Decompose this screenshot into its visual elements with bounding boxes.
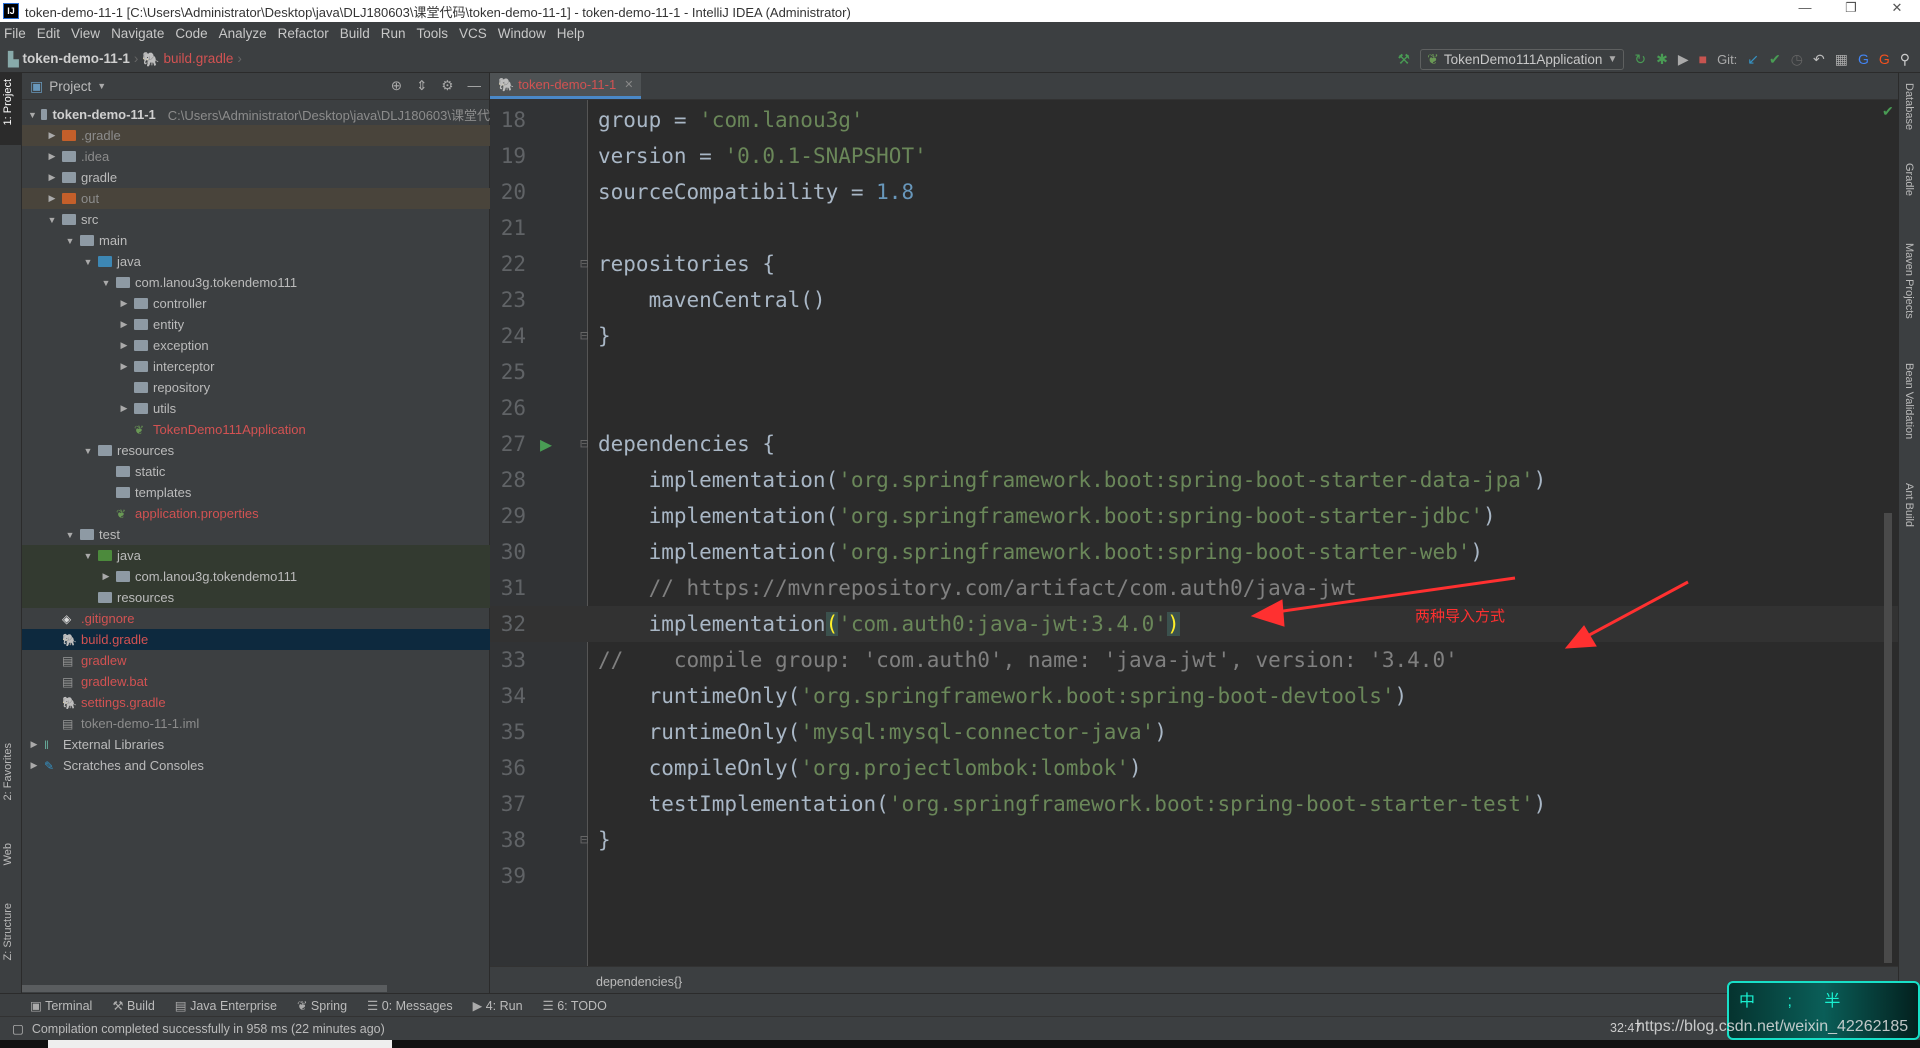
tool-tab-maven-projects[interactable]: Maven Projects: [1903, 243, 1915, 319]
annotation-arrows: [1250, 576, 1689, 649]
tool-tab-build[interactable]: ⚒ Build: [112, 998, 154, 1013]
tool-tab-label: 0: Messages: [381, 998, 453, 1013]
tool-tab-gradle[interactable]: Gradle: [1903, 163, 1915, 196]
watermark-url: https://blog.csdn.net/weixin_42262185: [1636, 1018, 1909, 1035]
tool-tab-bean-validation[interactable]: Bean Validation: [1903, 363, 1915, 439]
tool-tab-label: 6: TODO: [557, 998, 607, 1013]
tool-tab-icon: ▶: [472, 998, 486, 1013]
tool-tab-database[interactable]: Database: [1903, 83, 1915, 130]
status-bar: ▢ Compilation completed successfully in …: [0, 1016, 1920, 1040]
tool-tab-spring[interactable]: ❦ Spring: [297, 998, 347, 1013]
tool-tab-label: Java Enterprise: [190, 998, 277, 1013]
event-log-icon[interactable]: ▢: [12, 1021, 24, 1036]
annotation-arrowhead: [1250, 599, 1285, 627]
tool-tab-icon: ☰: [542, 998, 558, 1013]
tool-tab-label: 4: Run: [485, 998, 523, 1013]
tool-tab-ant-build[interactable]: Ant Build: [1903, 483, 1915, 527]
tool-tab-icon: ⚒: [112, 998, 127, 1013]
tool-window-bar: ▣ Terminal ⚒ Build ▤ Java Enterprise ❦ Spri…: [0, 993, 1920, 1016]
tool-tab-icon: ▤: [174, 998, 191, 1013]
tool-tab-java-enterprise[interactable]: ▤ Java Enterprise: [175, 998, 277, 1013]
tool-tab-messages[interactable]: ☰ 0: Messages: [367, 998, 453, 1013]
tool-tab-label: Terminal: [45, 998, 93, 1013]
tool-tab-label: Spring: [310, 998, 348, 1013]
tool-tab-todo[interactable]: ☰ 6: TODO: [543, 998, 607, 1013]
tool-tab-icon: ▣: [30, 998, 46, 1013]
tool-tab-icon: ☰: [367, 998, 382, 1013]
status-message: Compilation completed successfully in 95…: [31, 1021, 385, 1036]
annotation-arrow: [1579, 580, 1689, 642]
annotation-label: 两种导入方式: [1415, 608, 1506, 625]
tool-tab-run[interactable]: ▶ 4: Run: [473, 998, 523, 1013]
tool-tab-terminal[interactable]: ▣ Terminal: [30, 998, 92, 1013]
tool-tab-label: Build: [127, 998, 155, 1013]
tool-tab-icon: ❦: [296, 998, 311, 1013]
taskbar: [0, 1040, 1920, 1048]
right-tool-strip: Database Gradle Maven Projects Bean Validat…: [1898, 73, 1920, 993]
annotation-arrowhead: [1564, 625, 1597, 649]
